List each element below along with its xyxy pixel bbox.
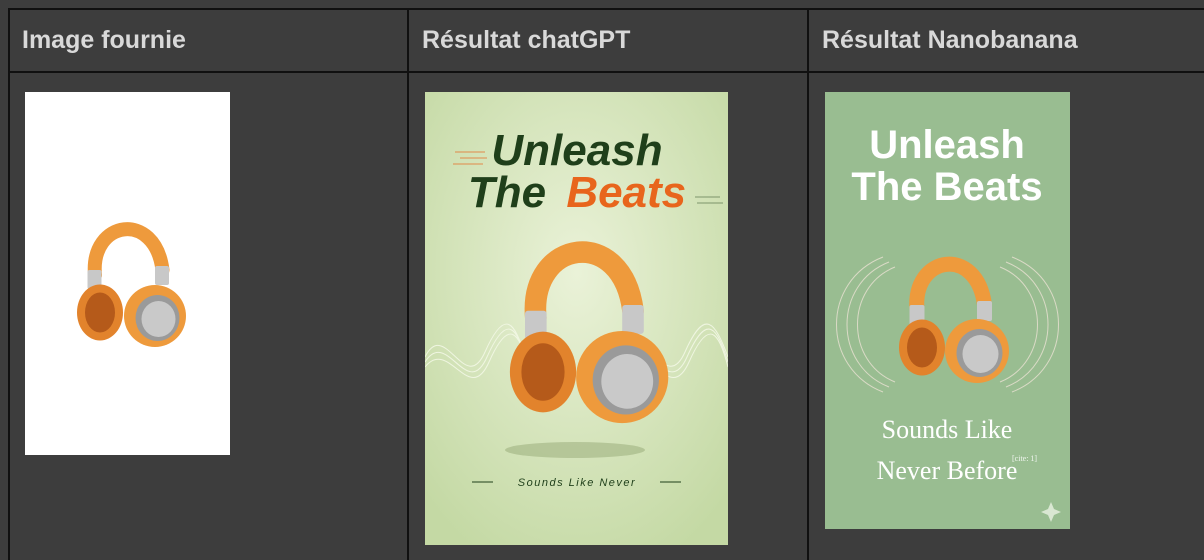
grid-line-col0 [8,8,10,560]
grid-line-header [8,71,1204,73]
nano-title-line1: Unleash [869,123,1025,167]
grid-line-col2 [807,8,809,560]
header-resultat-nanobanana: Résultat Nanobanana [822,26,1078,54]
chatgpt-title-line2: The Beats [468,168,686,217]
supplied-image [25,92,230,455]
chatgpt-title-the: The [468,168,546,217]
grid-line-col1 [407,8,409,560]
header-resultat-chatgpt: Résultat chatGPT [422,26,631,54]
nano-subtitle-line2: Never Before [877,456,1018,485]
nano-subtitle-line1: Sounds Like [882,415,1013,444]
headphones-icon [77,222,186,347]
nano-title-line2: The Beats [851,165,1042,209]
chatgpt-tagline: Sounds Like Never [518,477,636,489]
chatgpt-title-beats: Beats [566,168,686,217]
nanobanana-poster: Unleash The Beats Sounds Like [cite: 1] … [825,92,1070,529]
comparison-table: Image fournie Résultat chatGPT Résultat … [0,0,1204,560]
header-image-fournie: Image fournie [22,26,186,54]
grid-line-top [8,8,1204,10]
chatgpt-poster: Unleash The Beats Sounds Like Never [425,92,728,545]
